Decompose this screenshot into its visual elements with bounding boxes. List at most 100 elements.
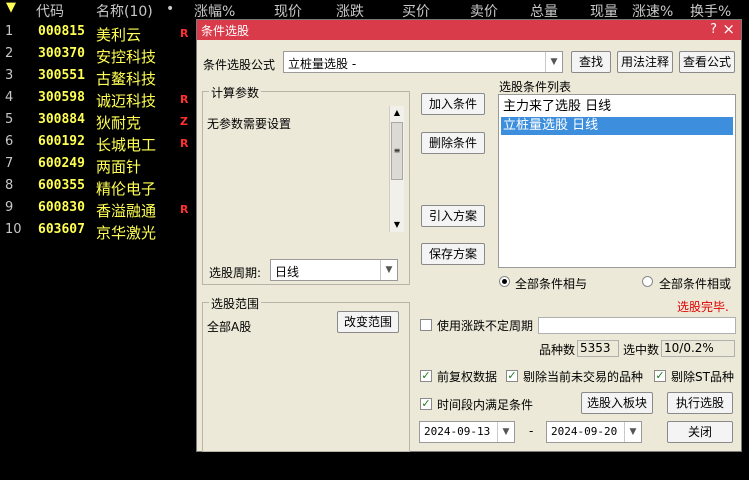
stock-code[interactable]: 600192 — [38, 134, 85, 149]
stock-row[interactable]: 3 300551 古鳌科技 — [0, 66, 200, 88]
stock-name[interactable]: 精伦电子 — [96, 178, 156, 199]
stock-code[interactable]: 300884 — [38, 112, 85, 127]
col-header-change[interactable]: 涨跌 — [336, 1, 364, 21]
stock-code[interactable]: 300551 — [38, 68, 85, 83]
close-button[interactable]: 关闭 — [667, 421, 733, 443]
add-condition-button[interactable]: 加入条件 — [421, 93, 485, 115]
help-icon[interactable]: ? — [710, 22, 717, 37]
change-range-button[interactable]: 改变范围 — [337, 311, 399, 333]
col-header-current-vol[interactable]: 现量 — [590, 1, 618, 21]
scroll-thumb[interactable]: ≡ — [391, 122, 403, 180]
stock-row[interactable]: 2 300370 安控科技 — [0, 44, 200, 66]
col-header-bid[interactable]: 买价 — [402, 1, 430, 21]
chevron-down-icon[interactable]: ▼ — [380, 260, 397, 280]
add-to-board-button[interactable]: 选股入板块 — [581, 392, 653, 414]
save-plan-button[interactable]: 保存方案 — [421, 243, 485, 265]
stock-code[interactable]: 600355 — [38, 178, 85, 193]
execute-screening-button[interactable]: 执行选股 — [667, 392, 733, 414]
period-select[interactable]: 日线 ▼ — [270, 259, 398, 281]
stock-row[interactable]: 1 000815 美利云 R — [0, 22, 200, 44]
close-icon[interactable]: × — [722, 20, 735, 38]
calc-params-title: 计算参数 — [209, 84, 262, 101]
scroll-up-icon[interactable]: ▲ — [390, 106, 404, 120]
chevron-down-icon[interactable]: ▼ — [497, 422, 514, 442]
stock-code[interactable]: 600249 — [38, 156, 85, 171]
exclude-st-label: 剔除ST品种 — [671, 370, 734, 384]
formula-label: 条件选股公式 — [203, 58, 276, 72]
checkbox-uncertain-period[interactable] — [420, 319, 432, 331]
stock-row[interactable]: 10 603607 京华激光 — [0, 220, 200, 242]
stock-flag-badge: R — [180, 27, 189, 40]
col-header-speed[interactable]: 涨速% — [632, 1, 673, 21]
calc-params-text: 无参数需要设置 — [207, 117, 292, 131]
checkbox-forward-adjust[interactable]: ✓ — [420, 370, 432, 382]
view-formula-button[interactable]: 查看公式 — [679, 51, 735, 73]
checkbox-time-range[interactable]: ✓ — [420, 398, 432, 410]
range-value: 全部A股 — [207, 320, 252, 334]
col-header-change-pct[interactable]: 涨幅% — [194, 1, 235, 21]
col-header-price[interactable]: 现价 — [274, 1, 302, 21]
row-number: 9 — [5, 200, 14, 215]
chevron-down-icon[interactable]: ▼ — [545, 52, 562, 72]
condition-list[interactable]: 主力来了选股 日线 立桩量选股 日线 — [498, 94, 736, 268]
radio-all-or[interactable] — [642, 276, 653, 287]
checkbox-exclude-untraded[interactable]: ✓ — [506, 370, 518, 382]
row-number: 5 — [5, 112, 14, 127]
calc-params-group: 计算参数 无参数需要设置 ▲ ≡ ▼ 选股周期: 日线 ▼ — [202, 84, 410, 285]
stock-name[interactable]: 美利云 — [96, 24, 141, 45]
checkbox-exclude-st[interactable]: ✓ — [654, 370, 666, 382]
period-select-value: 日线 — [275, 265, 300, 279]
radio-all-and[interactable] — [499, 276, 510, 287]
formula-select[interactable]: 立桩量选股 - ▼ — [283, 51, 563, 73]
date-from-value: 2024-09-13 — [424, 425, 491, 438]
stock-row[interactable]: 4 300598 诚迈科技 R — [0, 88, 200, 110]
stock-name[interactable]: 狄耐克 — [96, 112, 141, 133]
stock-code[interactable]: 000815 — [38, 24, 85, 39]
radio-all-or-label: 全部条件相或 — [659, 277, 732, 291]
time-range-label: 时间段内满足条件 — [437, 398, 534, 412]
col-header-turnover[interactable]: 换手% — [690, 1, 731, 21]
condition-item[interactable]: 主力来了选股 日线 — [501, 98, 733, 116]
condition-item-selected[interactable]: 立桩量选股 日线 — [501, 117, 733, 135]
stock-row[interactable]: 7 600249 两面针 — [0, 154, 200, 176]
dialog-title-bar[interactable]: 条件选股 ? × — [197, 20, 741, 40]
row-number: 3 — [5, 68, 14, 83]
uncertain-period-field[interactable] — [538, 317, 736, 334]
col-header-code[interactable]: 代码 — [36, 1, 64, 21]
date-from-picker[interactable]: 2024-09-13 ▼ — [419, 421, 515, 443]
date-to-picker[interactable]: 2024-09-20 ▼ — [546, 421, 642, 443]
condition-list-label: 选股条件列表 — [499, 80, 572, 94]
find-button[interactable]: 查找 — [571, 51, 611, 73]
stock-name[interactable]: 长城电工 — [96, 134, 156, 155]
stock-name[interactable]: 香溢融通 — [96, 200, 156, 221]
stock-row[interactable]: 9 600830 香溢融通 R — [0, 198, 200, 220]
selected-count-value: 10/0.2% — [661, 340, 735, 357]
stock-code[interactable]: 600830 — [38, 200, 85, 215]
stock-name[interactable]: 京华激光 — [96, 222, 156, 243]
chevron-down-icon[interactable]: ▼ — [624, 422, 641, 442]
stock-flag-badge: R — [180, 137, 189, 150]
sort-triangle-icon[interactable]: ▼ — [6, 0, 16, 15]
stock-code[interactable]: 300598 — [38, 90, 85, 105]
stock-code[interactable]: 603607 — [38, 222, 85, 237]
usage-notes-button[interactable]: 用法注释 — [617, 51, 673, 73]
stock-row[interactable]: 5 300884 狄耐克 Z — [0, 110, 200, 132]
forward-adjust-label: 前复权数据 — [437, 370, 498, 384]
row-number: 8 — [5, 178, 14, 193]
stock-row[interactable]: 8 600355 精伦电子 — [0, 176, 200, 198]
import-plan-button[interactable]: 引入方案 — [421, 205, 485, 227]
stock-name[interactable]: 诚迈科技 — [96, 90, 156, 111]
scroll-down-icon[interactable]: ▼ — [390, 218, 404, 232]
stock-row[interactable]: 6 600192 长城电工 R — [0, 132, 200, 154]
col-header-name[interactable]: 名称(10) — [96, 1, 153, 21]
stock-name[interactable]: 两面针 — [96, 156, 141, 177]
delete-condition-button[interactable]: 删除条件 — [421, 132, 485, 154]
stock-code[interactable]: 300370 — [38, 46, 85, 61]
col-header-ask[interactable]: 卖价 — [470, 1, 498, 21]
col-header-volume[interactable]: 总量 — [530, 1, 558, 21]
range-group-title: 选股范围 — [209, 295, 262, 312]
row-number: 1 — [5, 24, 14, 39]
stock-name[interactable]: 古鳌科技 — [96, 68, 156, 89]
params-scrollbar[interactable]: ▲ ≡ ▼ — [389, 106, 404, 232]
stock-name[interactable]: 安控科技 — [96, 46, 156, 67]
